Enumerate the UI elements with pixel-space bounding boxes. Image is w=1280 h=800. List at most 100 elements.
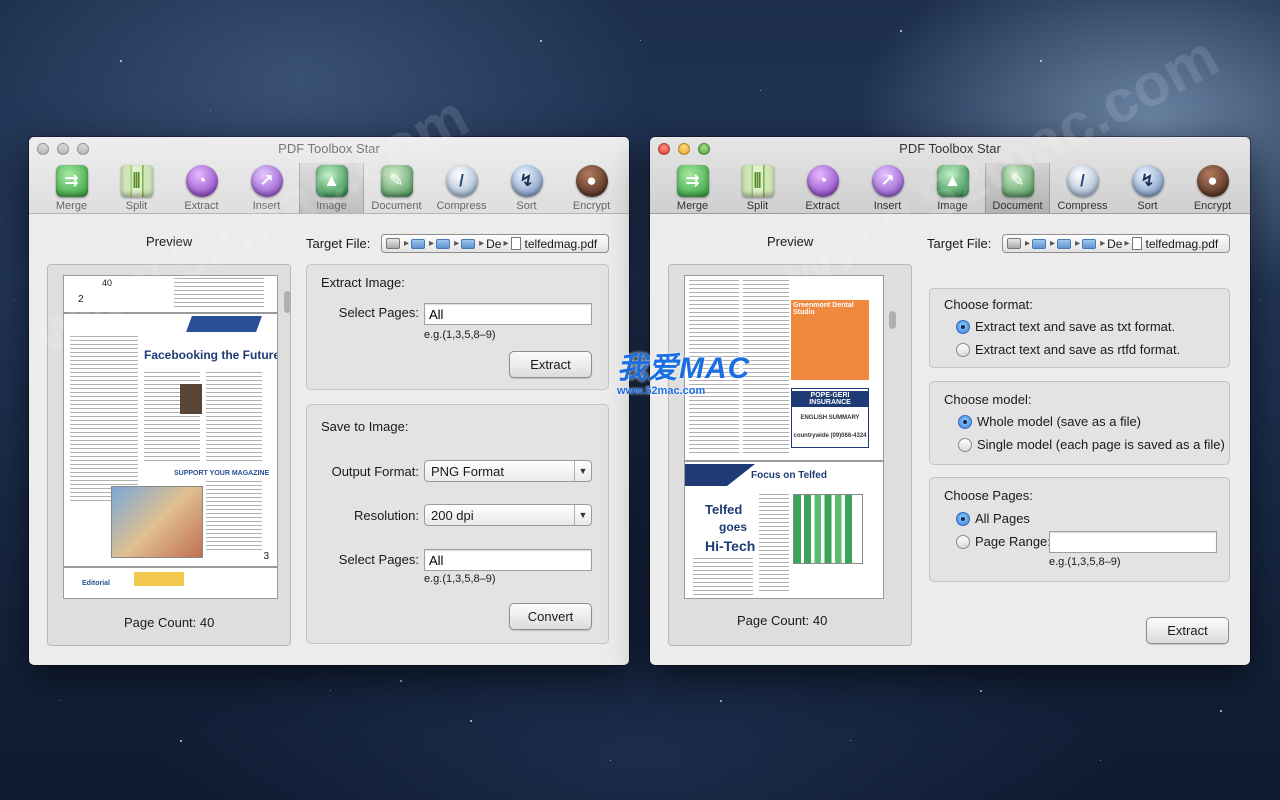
tool-label: Extract [805, 200, 840, 212]
pages-option-range[interactable]: Page Range: [956, 534, 1051, 549]
tool-label: Encrypt [1193, 200, 1232, 212]
tool-label: Merge [55, 200, 88, 212]
preview-scrollbar[interactable] [889, 311, 896, 329]
format-option-rtfd[interactable]: Extract text and save as rtfd format. [956, 342, 1180, 357]
sort-icon: ↯ [1131, 165, 1164, 197]
tool-image[interactable]: ▲ Image [920, 163, 985, 213]
page-count: Page Count: 40 [737, 613, 828, 628]
magazine-photo [111, 486, 203, 558]
output-format-select[interactable]: PNG Format ▼ [424, 460, 592, 482]
convert-button[interactable]: Convert [509, 603, 592, 630]
folder-icon [436, 238, 451, 249]
radio-selected[interactable] [958, 414, 972, 429]
tool-extract[interactable]: ◔ Extract [169, 163, 234, 213]
resolution-select[interactable]: 200 dpi ▼ [424, 504, 592, 526]
folder-icon [461, 238, 476, 249]
radio-label: Whole model (save as a file) [977, 414, 1142, 429]
window-titlebar: PDF Toolbox Star ⇉ Merge ⫼ Split ◔ Extract … [29, 137, 629, 214]
document-icon: ✎ [1001, 165, 1034, 197]
tool-encrypt[interactable]: ● Encrypt [1180, 163, 1245, 213]
folder-icon [1057, 238, 1072, 249]
model-option-whole[interactable]: Whole model (save as a file) [958, 414, 1141, 429]
extract-image-group: Extract Image: Select Pages: e.g.(1,3,5,… [306, 264, 609, 390]
preview-label: Preview [767, 234, 814, 249]
radio-unselected[interactable] [956, 534, 970, 549]
tool-label: Insert [873, 200, 902, 212]
tool-compress[interactable]: / Compress [1050, 163, 1115, 213]
radio-selected[interactable] [956, 511, 970, 526]
path-file-name: telfedmag.pdf [524, 236, 598, 251]
folder-icon [1082, 238, 1097, 249]
select-pages-input[interactable] [424, 303, 592, 325]
radio-unselected[interactable] [958, 437, 972, 452]
pdf-page: 40 2 [64, 276, 277, 314]
tool-split[interactable]: ⫼ Split [104, 163, 169, 213]
text-block [206, 372, 262, 464]
resolution-label: Resolution: [353, 508, 419, 523]
radio-label: Extract text and save as txt format. [975, 319, 1176, 334]
encrypt-icon: ● [575, 165, 608, 197]
tool-compress[interactable]: / Compress [429, 163, 494, 213]
pdf-file-icon [510, 237, 521, 250]
tool-image[interactable]: ▲ Image [299, 163, 364, 213]
folder-icon [1032, 238, 1047, 249]
tool-document[interactable]: ✎ Document [364, 163, 429, 213]
page-count: Page Count: 40 [124, 615, 215, 630]
portrait-photo [180, 384, 202, 414]
tool-insert[interactable]: ↗ Insert [234, 163, 299, 213]
format-option-txt[interactable]: Extract text and save as txt format. [956, 319, 1175, 334]
document-icon: ✎ [380, 165, 413, 197]
page-banner [685, 464, 755, 486]
pdf-page: Editorial [64, 570, 277, 598]
page-range-input[interactable] [1049, 531, 1217, 553]
insurance-ad: POPE-GERI INSURANCE ENGLISH SUMMARY coun… [791, 388, 869, 448]
pages-option-all[interactable]: All Pages [956, 511, 1030, 526]
insert-icon: ↗ [250, 165, 283, 197]
path-crumb-label: De [1107, 236, 1123, 251]
tool-label: Split [125, 200, 148, 212]
window-title: PDF Toolbox Star [278, 141, 380, 156]
choose-format-group: Choose format: Extract text and save as … [929, 288, 1230, 368]
extract-button[interactable]: Extract [509, 351, 592, 378]
path-file-name: telfedmag.pdf [1145, 236, 1219, 251]
pdf-preview[interactable]: 40 2 Facebooking the Future SUPPORT YOUR… [63, 275, 278, 599]
pdf-page: Facebooking the Future SUPPORT YOUR MAGA… [64, 316, 277, 568]
preview-scrollbar[interactable] [284, 291, 291, 313]
tool-merge[interactable]: ⇉ Merge [660, 163, 725, 213]
tool-document[interactable]: ✎ Document [985, 163, 1050, 213]
tool-label: Sort [1137, 200, 1158, 212]
tool-label: Compress [1057, 200, 1108, 212]
radio-unselected[interactable] [956, 342, 970, 357]
select-pages-label: Select Pages: [338, 552, 419, 567]
model-option-single[interactable]: Single model (each page is saved as a fi… [958, 437, 1225, 452]
tool-encrypt[interactable]: ● Encrypt [559, 163, 624, 213]
ad-title: POPE-GERI INSURANCE [792, 391, 868, 407]
target-file-label: Target File: [927, 236, 992, 251]
tool-label: Sort [516, 200, 537, 212]
resolution-value: 200 dpi [431, 508, 474, 523]
radio-label: Single model (each page is saved as a fi… [977, 437, 1225, 452]
radio-selected[interactable] [956, 319, 970, 334]
tool-extract[interactable]: ◔ Extract [790, 163, 855, 213]
compress-icon: / [445, 165, 478, 197]
tool-insert[interactable]: ↗ Insert [855, 163, 920, 213]
tool-label: Compress [436, 200, 487, 212]
tool-split[interactable]: ⫼ Split [725, 163, 790, 213]
tool-merge[interactable]: ⇉ Merge [39, 163, 104, 213]
target-file-path[interactable]: ▸ ▸ ▸ ▸ De ▸ telfedmag.pdf [1002, 234, 1230, 253]
preview-panel: Greenmont Dental Studio POPE-GERI INSURA… [668, 264, 912, 646]
tool-label: Encrypt [572, 200, 611, 212]
text-block [70, 336, 138, 501]
extract-button[interactable]: Extract [1146, 617, 1229, 644]
group-title: Choose model: [944, 392, 1032, 407]
window-titlebar: PDF Toolbox Star ⇉ Merge ⫼ Split ◔ Extract … [650, 137, 1250, 214]
radio-label: All Pages [975, 511, 1030, 526]
hint-text: e.g.(1,3,5,8–9) [424, 573, 496, 585]
tool-sort[interactable]: ↯ Sort [494, 163, 559, 213]
select-pages-input[interactable] [424, 549, 592, 571]
pdf-preview[interactable]: Greenmont Dental Studio POPE-GERI INSURA… [684, 275, 884, 599]
tool-sort[interactable]: ↯ Sort [1115, 163, 1180, 213]
window-content: Preview Greenmont Dental Studio POPE-GER… [650, 214, 1250, 665]
chevron-down-icon: ▼ [574, 505, 591, 525]
target-file-path[interactable]: ▸ ▸ ▸ ▸ De ▸ telfedmag.pdf [381, 234, 609, 253]
